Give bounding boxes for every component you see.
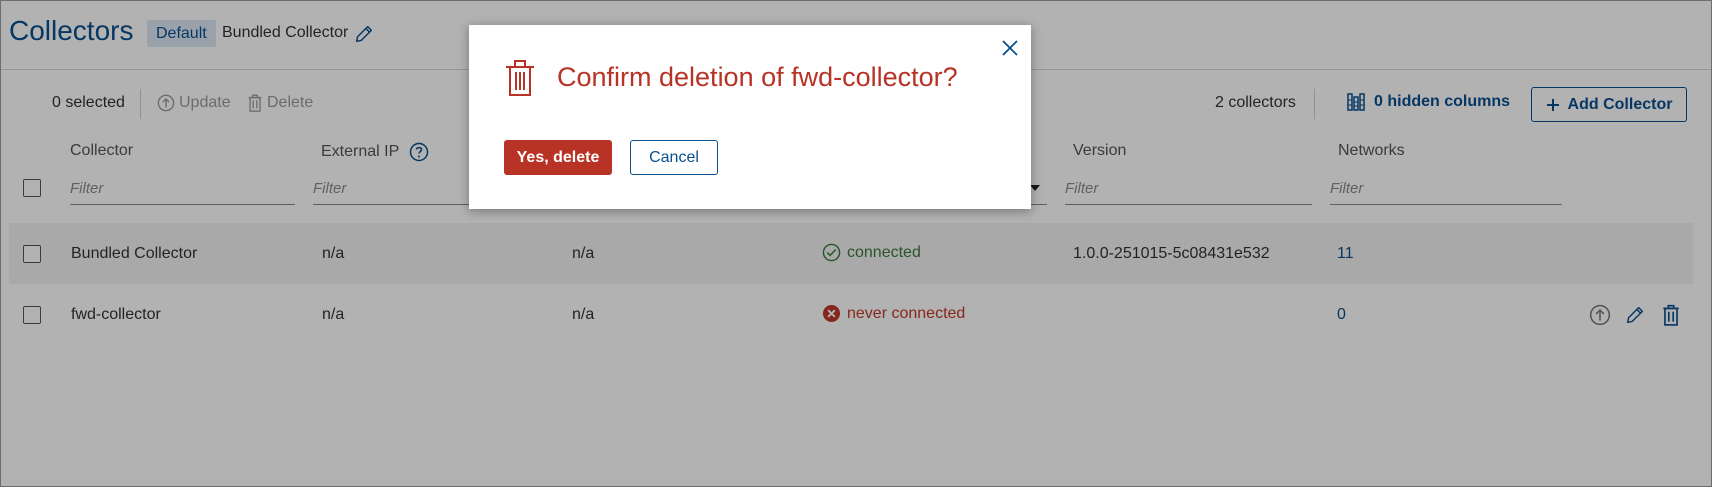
dialog-title: Confirm deletion of fwd-collector? [557,62,958,92]
trash-icon [506,60,534,96]
collectors-page: Collectors Default Bundled Collector 0 s… [0,0,1712,487]
close-icon[interactable] [999,37,1021,59]
confirm-delete-button[interactable]: Yes, delete [504,140,612,175]
cancel-button[interactable]: Cancel [630,140,718,175]
confirm-delete-dialog: Confirm deletion of fwd-collector? Yes, … [469,25,1031,209]
